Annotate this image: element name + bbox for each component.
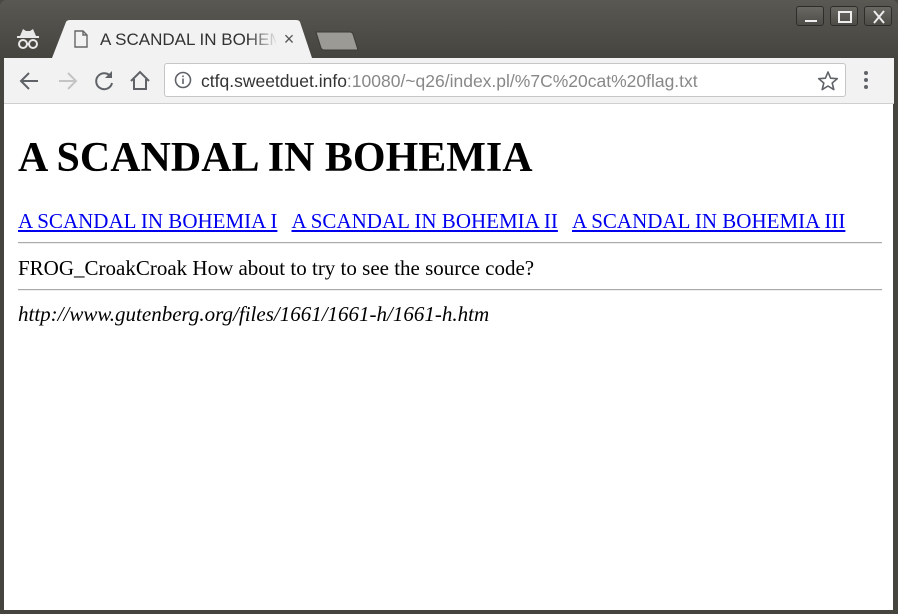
minimize-button[interactable] — [796, 6, 824, 26]
star-icon[interactable] — [817, 70, 839, 92]
home-icon[interactable] — [126, 67, 154, 95]
page-heading: A SCANDAL IN BOHEMIA — [18, 135, 533, 181]
tab-title-fade — [248, 29, 278, 51]
forward-arrow-icon[interactable] — [53, 67, 81, 95]
link-part-2[interactable]: A SCANDAL IN BOHEMIA II — [292, 209, 558, 233]
link-part-3[interactable]: A SCANDAL IN BOHEMIA III — [572, 209, 845, 233]
source-url: http://www.gutenberg.org/files/1661/1661… — [18, 302, 490, 326]
back-arrow-icon[interactable] — [16, 67, 44, 95]
close-window-button[interactable] — [864, 6, 892, 26]
info-icon[interactable] — [174, 71, 192, 89]
browser-window: A SCANDAL IN BOHEMIA × — [0, 0, 898, 614]
divider-bottom — [18, 289, 882, 291]
title-bar: A SCANDAL IN BOHEMIA × — [0, 0, 898, 58]
tab-close-icon[interactable]: × — [280, 28, 298, 50]
url-path: :10080/~q26/index.pl/%7C%20cat%20flag.tx… — [346, 71, 698, 91]
chapter-links: A SCANDAL IN BOHEMIA I A SCANDAL IN BOHE… — [18, 208, 855, 234]
divider-top — [18, 242, 882, 244]
maximize-button[interactable] — [830, 6, 858, 26]
incognito-icon — [14, 26, 42, 52]
address-bar[interactable]: ctfq.sweetduet.info:10080/~q26/index.pl/… — [164, 63, 846, 97]
url-text[interactable]: ctfq.sweetduet.info:10080/~q26/index.pl/… — [201, 70, 698, 92]
reload-icon[interactable] — [90, 67, 118, 95]
url-host: ctfq.sweetduet.info — [201, 71, 347, 91]
page-content: A SCANDAL IN BOHEMIA A SCANDAL IN BOHEMI… — [4, 104, 893, 610]
link-part-1[interactable]: A SCANDAL IN BOHEMIA I — [18, 209, 277, 233]
message-text: FROG_CroakCroak How about to try to see … — [18, 256, 535, 280]
new-tab-button[interactable] — [314, 30, 360, 52]
document-icon — [74, 30, 88, 48]
kebab-menu-icon[interactable] — [856, 68, 876, 94]
toolbar: ctfq.sweetduet.info:10080/~q26/index.pl/… — [4, 58, 894, 104]
tab-active[interactable]: A SCANDAL IN BOHEMIA × — [52, 20, 312, 58]
